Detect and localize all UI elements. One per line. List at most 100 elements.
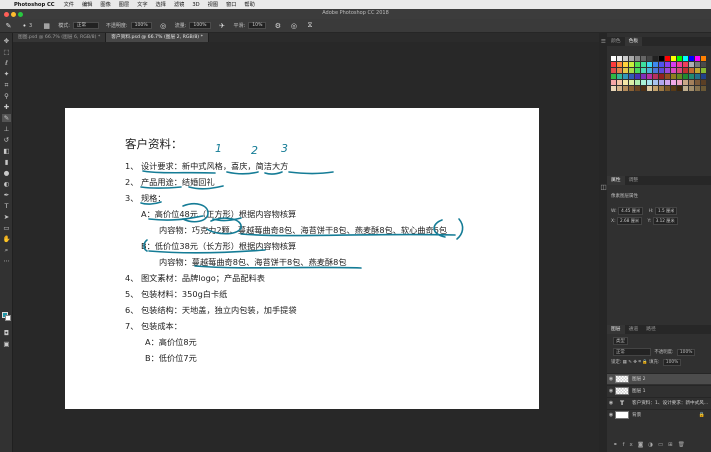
color-swatch[interactable] — [683, 80, 688, 85]
color-swatch[interactable] — [677, 62, 682, 67]
tab-swatches[interactable]: 色板 — [624, 37, 643, 46]
color-swatch[interactable] — [701, 86, 706, 91]
menu-type[interactable]: 文字 — [137, 1, 147, 8]
color-swatch[interactable] — [623, 74, 628, 79]
color-swatch[interactable] — [635, 62, 640, 67]
y-field[interactable]: 3.12 厘米 — [652, 217, 678, 225]
tab-properties[interactable]: 属性 — [607, 176, 625, 185]
adjustment-icon[interactable]: ◑ — [648, 442, 658, 448]
pressure-size-icon[interactable]: ◎ — [289, 21, 298, 30]
layer-row-1[interactable]: ◉ 图层 1 — [607, 385, 711, 396]
color-swatch[interactable] — [701, 80, 706, 85]
color-swatch[interactable] — [611, 74, 616, 79]
layer-name[interactable]: 背景 — [632, 412, 641, 418]
color-swatch[interactable] — [665, 80, 670, 85]
color-swatch[interactable] — [611, 86, 616, 91]
color-swatch[interactable] — [629, 62, 634, 67]
tab-paths[interactable]: 路径 — [642, 325, 660, 334]
color-swatch[interactable] — [647, 56, 652, 61]
hand-tool-icon[interactable]: ✋ — [2, 235, 11, 243]
color-swatch[interactable] — [659, 56, 664, 61]
color-swatch[interactable] — [665, 68, 670, 73]
color-swatch[interactable] — [659, 86, 664, 91]
color-swatch[interactable] — [617, 56, 622, 61]
color-swatch[interactable] — [641, 62, 646, 67]
background-color-swatch[interactable] — [5, 315, 11, 321]
color-swatch[interactable] — [659, 74, 664, 79]
mode-select[interactable]: 正常 — [72, 22, 99, 29]
color-swatch[interactable] — [671, 80, 676, 85]
color-swatch[interactable] — [611, 80, 616, 85]
color-swatch[interactable] — [653, 80, 658, 85]
zoom-tool-icon[interactable]: ⌕ — [2, 246, 11, 254]
pen-tool-icon[interactable]: ✒ — [2, 191, 11, 199]
color-swatch[interactable] — [683, 74, 688, 79]
color-swatch[interactable] — [641, 56, 646, 61]
color-swatch[interactable] — [647, 86, 652, 91]
menu-layer[interactable]: 图层 — [119, 1, 129, 8]
color-swatch[interactable] — [689, 68, 694, 73]
brush-preset-picker-icon[interactable]: • — [20, 21, 29, 30]
color-swatch[interactable] — [617, 68, 622, 73]
color-swatch[interactable] — [683, 86, 688, 91]
color-swatch[interactable] — [689, 86, 694, 91]
flow-field[interactable]: 100% — [189, 22, 211, 29]
color-swatch[interactable] — [623, 56, 628, 61]
new-layer-icon[interactable]: ⊞ — [668, 442, 678, 448]
layer-name[interactable]: 客户资料：1、设计要求：新中式风... — [632, 400, 708, 406]
eye-icon[interactable]: ◉ — [607, 400, 615, 406]
color-swatch[interactable] — [659, 62, 664, 67]
color-swatch[interactable] — [635, 74, 640, 79]
color-swatch[interactable] — [683, 62, 688, 67]
color-swatch[interactable] — [647, 74, 652, 79]
color-swatch[interactable] — [671, 68, 676, 73]
color-swatch[interactable] — [665, 56, 670, 61]
color-swatch[interactable] — [677, 86, 682, 91]
layer-opacity-field[interactable]: 100% — [676, 349, 696, 356]
brush-tool-icon[interactable]: ✎ — [2, 114, 11, 122]
color-swatch[interactable] — [695, 74, 700, 79]
tab-adjustments[interactable]: 调整 — [625, 176, 643, 185]
screen-mode-icon[interactable]: ▣ — [2, 340, 11, 348]
blend-mode-select[interactable]: 正常 — [613, 348, 651, 356]
color-swatch[interactable] — [683, 56, 688, 61]
path-selection-tool-icon[interactable]: ➤ — [2, 213, 11, 221]
color-swatch[interactable] — [611, 62, 616, 67]
color-swatch[interactable] — [671, 56, 676, 61]
layer-row-text[interactable]: ◉ T 客户资料：1、设计要求：新中式风... — [607, 397, 711, 408]
menu-image[interactable]: 图像 — [100, 1, 110, 8]
color-swatch[interactable] — [695, 56, 700, 61]
tab-color[interactable]: 颜色 — [607, 37, 625, 46]
pressure-opacity-icon[interactable]: ◎ — [159, 21, 168, 30]
healing-brush-tool-icon[interactable]: ✚ — [2, 103, 11, 111]
menu-select[interactable]: 选择 — [156, 1, 166, 8]
trash-icon[interactable]: 🗑 — [678, 442, 690, 448]
color-swatch[interactable] — [647, 80, 652, 85]
color-swatch[interactable] — [653, 86, 658, 91]
color-swatch[interactable] — [689, 56, 694, 61]
gear-icon[interactable]: ⚙ — [273, 21, 282, 30]
menu-edit[interactable]: 编辑 — [82, 1, 92, 8]
color-swatch[interactable] — [647, 68, 652, 73]
document-canvas[interactable]: 客户资料： 1、 设计要求：新中式风格，喜庆，简洁大方 2、 产品用途：结婚回礼… — [65, 108, 539, 409]
color-swatch[interactable] — [617, 86, 622, 91]
color-swatch[interactable] — [677, 56, 682, 61]
type-tool-icon[interactable]: T — [2, 202, 11, 210]
color-swatch[interactable] — [653, 62, 658, 67]
gradient-tool-icon[interactable]: ▮ — [2, 158, 11, 166]
color-swatch[interactable] — [665, 74, 670, 79]
color-swatch[interactable] — [695, 86, 700, 91]
lasso-tool-icon[interactable]: ℓ — [2, 59, 11, 67]
x-field[interactable]: 2.68 厘米 — [617, 217, 643, 225]
color-swatch[interactable] — [701, 68, 706, 73]
crop-tool-icon[interactable]: ⌗ — [2, 81, 11, 89]
color-swatch[interactable] — [677, 80, 682, 85]
tab-layers[interactable]: 图层 — [607, 325, 625, 334]
menu-window[interactable]: 窗口 — [226, 1, 236, 8]
fill-field[interactable]: 100% — [662, 359, 682, 366]
color-swatch[interactable] — [629, 80, 634, 85]
airbrush-icon[interactable]: ✈ — [218, 21, 227, 30]
link-icon[interactable]: ⚭ — [613, 442, 623, 448]
tab-document-2[interactable]: 客户资料.psd @ 66.7% (图层 2, RGB/8) * — [106, 33, 209, 42]
fx-icon[interactable]: fx — [623, 442, 638, 448]
